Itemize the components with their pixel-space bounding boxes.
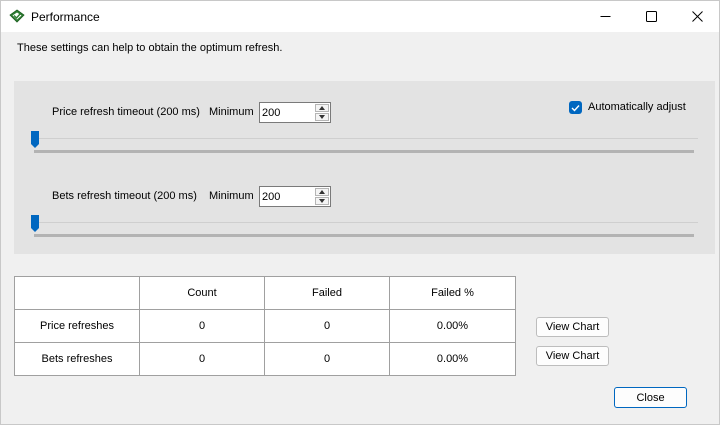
- price-minimum-label: Minimum: [209, 106, 254, 118]
- title-bar: Performance: [1, 1, 719, 32]
- maximize-button[interactable]: [628, 1, 674, 32]
- bets-spin-down-button[interactable]: [315, 197, 329, 205]
- bets-minimum-stepper[interactable]: [259, 186, 331, 207]
- close-icon: [691, 11, 703, 22]
- row-count: 0: [139, 309, 265, 343]
- auto-adjust-checkbox[interactable]: [569, 101, 582, 114]
- row-name: Price refreshes: [14, 309, 140, 343]
- close-button[interactable]: Close: [614, 387, 687, 408]
- chevron-up-icon: [319, 106, 325, 110]
- row-failed: 0: [264, 309, 390, 343]
- price-spin-down-button[interactable]: [315, 113, 329, 121]
- bets-slider-thumb[interactable]: [30, 214, 40, 233]
- bets-timeout-label: Bets refresh timeout (200 ms): [52, 190, 197, 202]
- row-count: 0: [139, 342, 265, 376]
- price-minimum-input[interactable]: [261, 104, 313, 121]
- performance-window: Performance These settings can help to o…: [0, 0, 720, 425]
- maximize-icon: [645, 11, 657, 22]
- bets-minimum-label: Minimum: [209, 190, 254, 202]
- bets-spin-buttons: [315, 188, 329, 205]
- bets-slider-track[interactable]: [34, 234, 694, 237]
- row-name: Bets refreshes: [14, 342, 140, 376]
- chevron-down-icon: [319, 199, 325, 203]
- window-title: Performance: [31, 10, 100, 24]
- price-slider-track[interactable]: [34, 150, 694, 153]
- table-header-count: Count: [139, 276, 265, 310]
- table-header-row: Count Failed Failed %: [14, 276, 516, 310]
- minimize-button[interactable]: [582, 1, 628, 32]
- minimize-icon: [600, 16, 610, 17]
- row-failed-pct: 0.00%: [389, 342, 516, 376]
- auto-adjust-label: Automatically adjust: [588, 101, 686, 113]
- row-failed: 0: [264, 342, 390, 376]
- chevron-up-icon: [319, 190, 325, 194]
- bets-slider-guide: [34, 222, 698, 223]
- price-timeout-label: Price refresh timeout (200 ms): [52, 106, 200, 118]
- price-slider-thumb[interactable]: [30, 130, 40, 149]
- chevron-down-icon: [319, 115, 325, 119]
- intro-text: These settings can help to obtain the op…: [17, 42, 283, 54]
- checkmark-icon: [571, 104, 580, 112]
- price-spin-buttons: [315, 104, 329, 121]
- table-header-failed-pct: Failed %: [389, 276, 516, 310]
- table-header-failed: Failed: [264, 276, 390, 310]
- close-window-button[interactable]: [674, 1, 720, 32]
- diamond-logo-icon: [9, 9, 25, 23]
- refresh-stats-table: Count Failed Failed % Price refreshes 0 …: [14, 276, 516, 376]
- refresh-settings-panel: Price refresh timeout (200 ms) Minimum A…: [14, 81, 715, 254]
- price-slider-guide: [34, 138, 698, 139]
- table-row: Price refreshes 0 0 0.00%: [14, 309, 516, 343]
- bets-spin-up-button[interactable]: [315, 188, 329, 196]
- price-minimum-stepper[interactable]: [259, 102, 331, 123]
- view-chart-bets-button[interactable]: View Chart: [536, 346, 609, 366]
- bets-minimum-input[interactable]: [261, 188, 313, 205]
- price-spin-up-button[interactable]: [315, 104, 329, 112]
- table-header-blank: [14, 276, 140, 310]
- table-row: Bets refreshes 0 0 0.00%: [14, 342, 516, 376]
- row-failed-pct: 0.00%: [389, 309, 516, 343]
- view-chart-price-button[interactable]: View Chart: [536, 317, 609, 337]
